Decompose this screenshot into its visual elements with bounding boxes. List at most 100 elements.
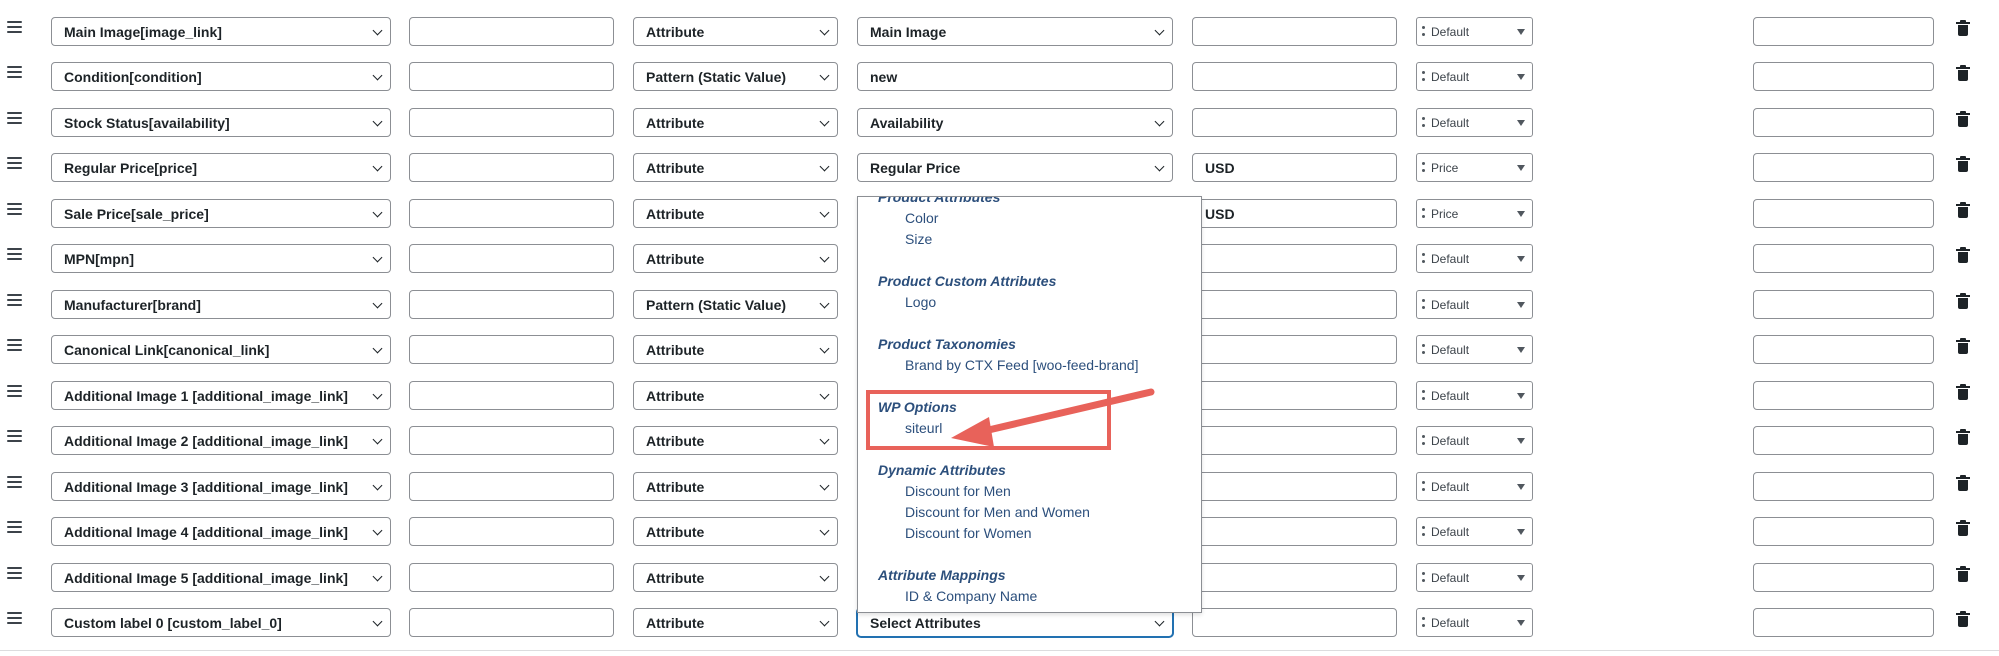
option-discount-women[interactable]: Discount for Women — [858, 523, 1201, 544]
type-select[interactable]: Attribute — [633, 517, 838, 546]
attribute-select[interactable]: Additional Image 3 [additional_image_lin… — [51, 472, 391, 501]
suffix-input[interactable]: USD — [1192, 199, 1397, 228]
drag-handle-icon[interactable] — [7, 339, 22, 353]
type-select[interactable]: Attribute — [633, 472, 838, 501]
drag-handle-icon[interactable] — [7, 112, 22, 126]
limit-input[interactable] — [1753, 17, 1934, 46]
limit-input[interactable] — [1753, 108, 1934, 137]
option-id-company-name[interactable]: ID & Company Name — [858, 586, 1201, 607]
attribute-select[interactable]: MPN[mpn] — [51, 244, 391, 273]
trash-icon[interactable] — [1956, 20, 1970, 37]
drag-handle-icon[interactable] — [7, 476, 22, 490]
value-select[interactable]: Availability — [857, 108, 1173, 137]
type-select[interactable]: Attribute — [633, 153, 838, 182]
prefix-input[interactable] — [409, 62, 614, 91]
type-select[interactable]: Attribute — [633, 563, 838, 592]
value-select[interactable]: Main Image — [857, 17, 1173, 46]
trash-icon[interactable] — [1956, 202, 1970, 219]
limit-input[interactable] — [1753, 153, 1934, 182]
type-select[interactable]: Attribute — [633, 108, 838, 137]
prefix-input[interactable] — [409, 517, 614, 546]
value-input[interactable]: new — [857, 62, 1173, 91]
output-type-select[interactable]: Default — [1416, 62, 1533, 91]
trash-icon[interactable] — [1956, 156, 1970, 173]
trash-icon[interactable] — [1956, 247, 1970, 264]
attribute-select[interactable]: Additional Image 1 [additional_image_lin… — [51, 381, 391, 410]
drag-handle-icon[interactable] — [7, 203, 22, 217]
drag-handle-icon[interactable] — [7, 567, 22, 581]
drag-handle-icon[interactable] — [7, 612, 22, 626]
drag-handle-icon[interactable] — [7, 521, 22, 535]
limit-input[interactable] — [1753, 290, 1934, 319]
output-type-select[interactable]: Default — [1416, 472, 1533, 501]
suffix-input[interactable]: USD — [1192, 153, 1397, 182]
type-select[interactable]: Attribute — [633, 426, 838, 455]
suffix-input[interactable] — [1192, 290, 1397, 319]
suffix-input[interactable] — [1192, 517, 1397, 546]
output-type-select[interactable]: Default — [1416, 244, 1533, 273]
limit-input[interactable] — [1753, 517, 1934, 546]
suffix-input[interactable] — [1192, 108, 1397, 137]
attribute-select[interactable]: Main Image[image_link] — [51, 17, 391, 46]
drag-handle-icon[interactable] — [7, 385, 22, 399]
output-type-select[interactable]: Default — [1416, 608, 1533, 637]
prefix-input[interactable] — [409, 17, 614, 46]
type-select[interactable]: Attribute — [633, 244, 838, 273]
limit-input[interactable] — [1753, 335, 1934, 364]
output-type-select[interactable]: Default — [1416, 335, 1533, 364]
option-brand[interactable]: Brand by CTX Feed [woo-feed-brand] — [858, 355, 1201, 376]
limit-input[interactable] — [1753, 563, 1934, 592]
suffix-input[interactable] — [1192, 472, 1397, 501]
value-select[interactable]: Regular Price — [857, 153, 1173, 182]
type-select[interactable]: Attribute — [633, 17, 838, 46]
suffix-input[interactable] — [1192, 62, 1397, 91]
limit-input[interactable] — [1753, 244, 1934, 273]
suffix-input[interactable] — [1192, 563, 1397, 592]
limit-input[interactable] — [1753, 199, 1934, 228]
attribute-select[interactable]: Custom label 0 [custom_label_0] — [51, 608, 391, 637]
trash-icon[interactable] — [1956, 566, 1970, 583]
prefix-input[interactable] — [409, 426, 614, 455]
trash-icon[interactable] — [1956, 111, 1970, 128]
output-type-select[interactable]: Default — [1416, 426, 1533, 455]
drag-handle-icon[interactable] — [7, 430, 22, 444]
trash-icon[interactable] — [1956, 520, 1970, 537]
attribute-select[interactable]: Additional Image 2 [additional_image_lin… — [51, 426, 391, 455]
output-type-select[interactable]: Default — [1416, 17, 1533, 46]
trash-icon[interactable] — [1956, 429, 1970, 446]
drag-handle-icon[interactable] — [7, 66, 22, 80]
trash-icon[interactable] — [1956, 611, 1970, 628]
type-select[interactable]: Pattern (Static Value) — [633, 62, 838, 91]
type-select[interactable]: Attribute — [633, 199, 838, 228]
option-logo[interactable]: Logo — [858, 292, 1201, 313]
option-color[interactable]: Color — [858, 208, 1201, 229]
output-type-select[interactable]: Default — [1416, 290, 1533, 319]
attribute-select[interactable]: Stock Status[availability] — [51, 108, 391, 137]
trash-icon[interactable] — [1956, 384, 1970, 401]
type-select[interactable]: Attribute — [633, 381, 838, 410]
output-type-select[interactable]: Price — [1416, 199, 1533, 228]
output-type-select[interactable]: Price — [1416, 153, 1533, 182]
attribute-select[interactable]: Canonical Link[canonical_link] — [51, 335, 391, 364]
option-discount-men[interactable]: Discount for Men — [858, 481, 1201, 502]
suffix-input[interactable] — [1192, 381, 1397, 410]
attribute-select[interactable]: Additional Image 5 [additional_image_lin… — [51, 563, 391, 592]
prefix-input[interactable] — [409, 199, 614, 228]
attribute-select[interactable]: Sale Price[sale_price] — [51, 199, 391, 228]
prefix-input[interactable] — [409, 108, 614, 137]
type-select[interactable]: Attribute — [633, 335, 838, 364]
trash-icon[interactable] — [1956, 475, 1970, 492]
trash-icon[interactable] — [1956, 293, 1970, 310]
drag-handle-icon[interactable] — [7, 248, 22, 262]
prefix-input[interactable] — [409, 472, 614, 501]
output-type-select[interactable]: Default — [1416, 517, 1533, 546]
attribute-select[interactable]: Manufacturer[brand] — [51, 290, 391, 319]
output-type-select[interactable]: Default — [1416, 563, 1533, 592]
prefix-input[interactable] — [409, 335, 614, 364]
suffix-input[interactable] — [1192, 244, 1397, 273]
suffix-input[interactable] — [1192, 17, 1397, 46]
output-type-select[interactable]: Default — [1416, 108, 1533, 137]
prefix-input[interactable] — [409, 608, 614, 637]
prefix-input[interactable] — [409, 290, 614, 319]
suffix-input[interactable] — [1192, 608, 1397, 637]
